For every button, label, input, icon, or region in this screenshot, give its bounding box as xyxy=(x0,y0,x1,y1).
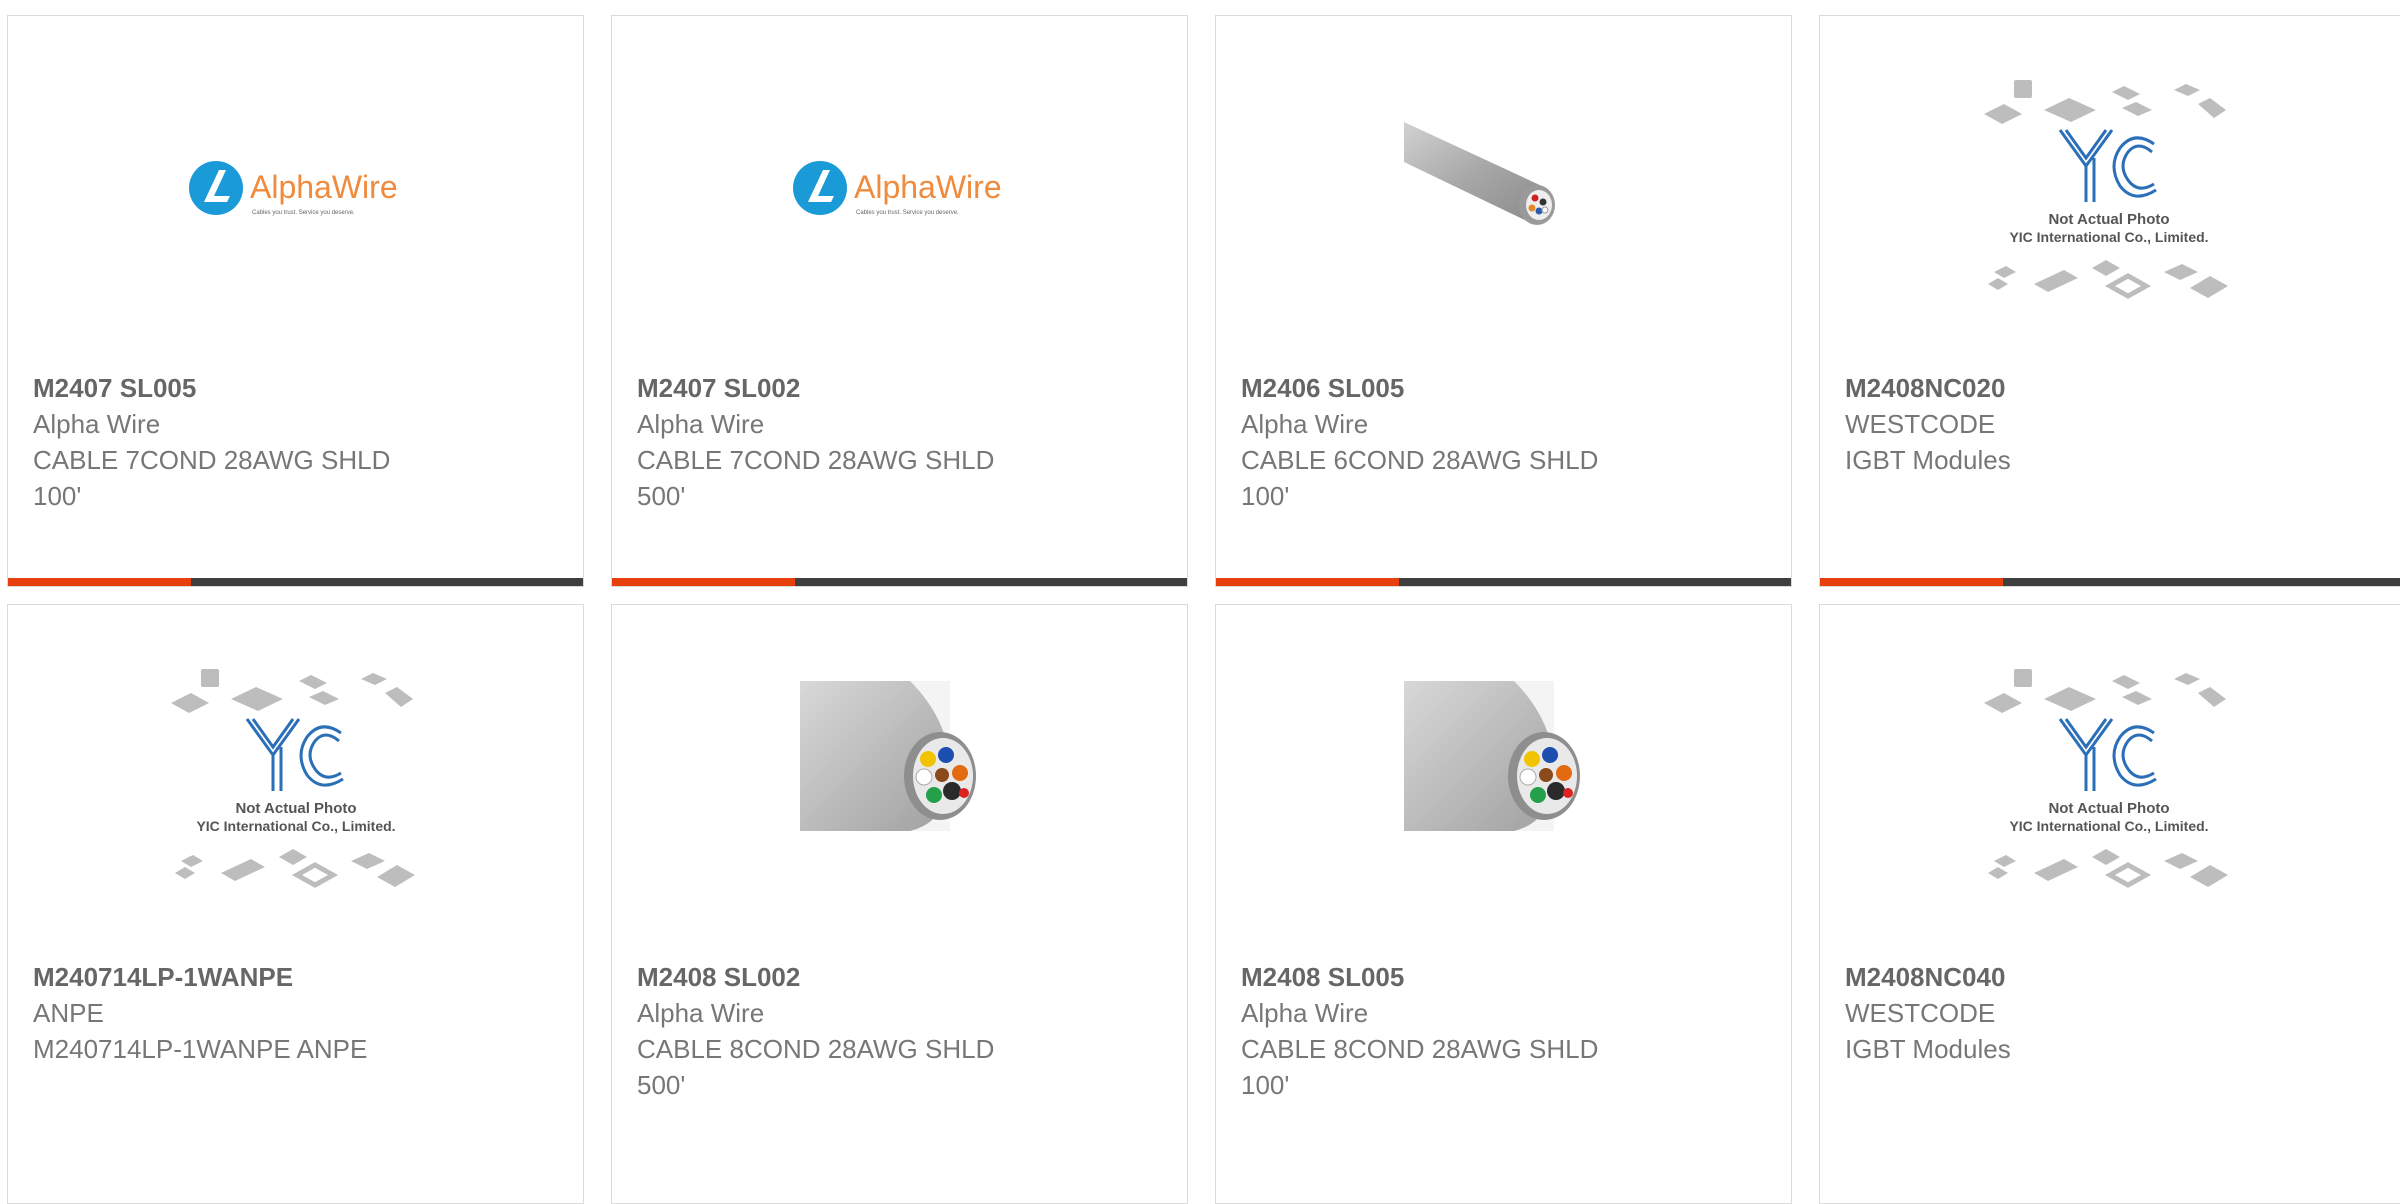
product-description: CABLE 8COND 28AWG SHLD xyxy=(1241,1034,1599,1064)
yic-not-actual-photo: Not Actual Photo YIC International Co., … xyxy=(1983,80,2228,299)
product-description: CABLE 7COND 28AWG SHLD xyxy=(637,445,995,475)
yic-not-actual-photo: Not Actual Photo YIC International Co., … xyxy=(1983,669,2228,888)
product-description-length: 100' xyxy=(1241,1070,1290,1100)
alphawire-logo-text: AlphaWire xyxy=(250,169,398,205)
alphawire-logo-text: AlphaWire xyxy=(854,169,1002,205)
product-card[interactable]: Not Actual Photo YIC International Co., … xyxy=(7,604,584,1204)
yic-not-actual-photo: Not Actual Photo YIC International Co., … xyxy=(170,669,415,888)
product-card[interactable]: Not Actual Photo YIC International Co., … xyxy=(1819,15,2400,587)
brand-name: WESTCODE xyxy=(1845,409,1996,439)
product-grid: AlphaWire Cables you trust. Service you … xyxy=(0,0,2400,1204)
product-card[interactable]: Not Actual Photo YIC International Co., … xyxy=(1819,604,2400,1204)
card-bottom-bar xyxy=(8,578,583,586)
yic-caption-line1: Not Actual Photo xyxy=(2048,800,2169,817)
product-image-cable-photo[interactable] xyxy=(1216,72,1791,312)
card-bottom-bar xyxy=(1216,578,1791,586)
product-image-yic-placeholder[interactable]: Not Actual Photo YIC International Co., … xyxy=(1820,72,2397,312)
product-description: IGBT Modules xyxy=(1845,1034,2011,1064)
product-description: IGBT Modules xyxy=(1845,445,2011,475)
brand-name: Alpha Wire xyxy=(33,409,161,439)
product-image-yic-placeholder[interactable]: Not Actual Photo YIC International Co., … xyxy=(1820,661,2397,901)
product-description: M240714LP-1WANPE ANPE xyxy=(33,1034,368,1064)
yic-caption-line2: YIC International Co., Limited. xyxy=(2009,229,2208,245)
alphawire-logo: AlphaWire Cables you trust. Service you … xyxy=(188,161,398,216)
product-card[interactable]: M2408 SL005 Alpha Wire CABLE 8COND 28AWG… xyxy=(1215,604,1792,1204)
card-bottom-bar xyxy=(612,578,1187,586)
part-number[interactable]: M2408NC040 xyxy=(1845,959,2383,995)
part-number[interactable]: M2406 SL005 xyxy=(1241,370,1766,406)
product-description: CABLE 6COND 28AWG SHLD xyxy=(1241,445,1599,475)
yic-caption-line2: YIC International Co., Limited. xyxy=(196,818,395,834)
cable-end-photo xyxy=(1403,681,1580,831)
brand-name: Alpha Wire xyxy=(637,998,765,1028)
part-number[interactable]: M2407 SL002 xyxy=(637,370,1162,406)
part-number[interactable]: M2408 SL002 xyxy=(637,959,1162,995)
alphawire-logo: AlphaWire Cables you trust. Service you … xyxy=(792,161,1002,216)
brand-name: WESTCODE xyxy=(1845,998,1996,1028)
brand-name: Alpha Wire xyxy=(1241,409,1369,439)
brand-name: Alpha Wire xyxy=(1241,998,1369,1028)
cable-end-photo xyxy=(799,681,976,831)
product-description: CABLE 7COND 28AWG SHLD xyxy=(33,445,391,475)
part-number[interactable]: M2408 SL005 xyxy=(1241,959,1766,995)
part-number[interactable]: M2407 SL005 xyxy=(33,370,558,406)
card-bottom-bar xyxy=(1820,578,2400,586)
product-card[interactable]: AlphaWire Cables you trust. Service you … xyxy=(7,15,584,587)
product-description-length: 100' xyxy=(33,481,82,511)
product-description-length: 500' xyxy=(637,481,686,511)
alphawire-tagline: Cables you trust. Service you deserve. xyxy=(856,210,959,216)
yic-caption-line1: Not Actual Photo xyxy=(2048,211,2169,228)
product-description: CABLE 8COND 28AWG SHLD xyxy=(637,1034,995,1064)
yic-caption-line1: Not Actual Photo xyxy=(235,800,356,817)
product-card[interactable]: M2408 SL002 Alpha Wire CABLE 8COND 28AWG… xyxy=(611,604,1188,1204)
product-card[interactable]: M2406 SL005 Alpha Wire CABLE 6COND 28AWG… xyxy=(1215,15,1792,587)
cable-side-photo xyxy=(1403,122,1555,225)
product-image-alphawire-logo[interactable]: AlphaWire Cables you trust. Service you … xyxy=(8,72,583,312)
alphawire-tagline: Cables you trust. Service you deserve. xyxy=(252,210,355,216)
brand-name: ANPE xyxy=(33,998,104,1028)
product-description-length: 100' xyxy=(1241,481,1290,511)
product-image-cable-photo[interactable] xyxy=(612,661,1187,901)
product-card[interactable]: AlphaWire Cables you trust. Service you … xyxy=(611,15,1188,587)
part-number[interactable]: M240714LP-1WANPE xyxy=(33,959,558,995)
product-description-length: 500' xyxy=(637,1070,686,1100)
product-image-alphawire-logo[interactable]: AlphaWire Cables you trust. Service you … xyxy=(612,72,1187,312)
brand-name: Alpha Wire xyxy=(637,409,765,439)
yic-caption-line2: YIC International Co., Limited. xyxy=(2009,818,2208,834)
product-image-cable-photo[interactable] xyxy=(1216,661,1791,901)
part-number[interactable]: M2408NC020 xyxy=(1845,370,2383,406)
product-image-yic-placeholder[interactable]: Not Actual Photo YIC International Co., … xyxy=(8,661,583,901)
